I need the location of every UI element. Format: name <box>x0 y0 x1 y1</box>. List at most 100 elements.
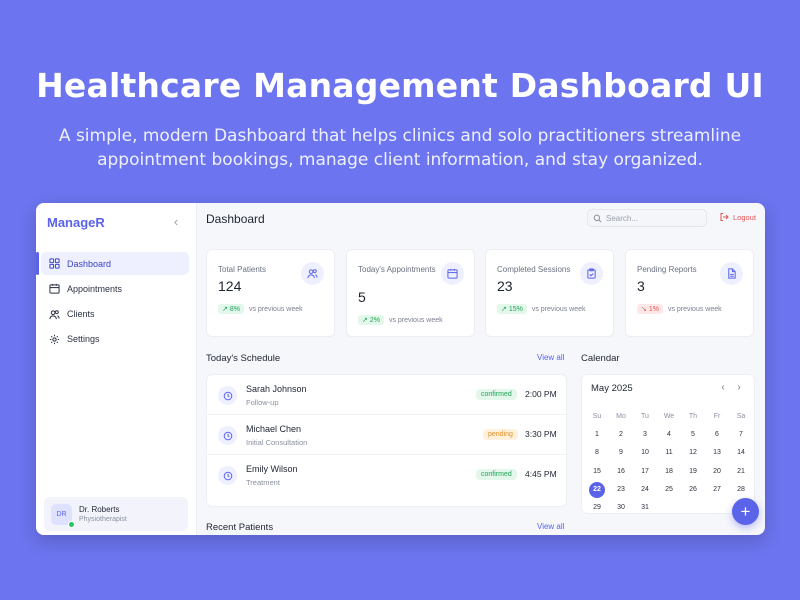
schedule-item[interactable]: Sarah Johnson Follow-up confirmed 2:00 P… <box>207 375 568 415</box>
recent-patients-title: Recent Patients <box>206 522 274 533</box>
calendar-day[interactable]: 15 <box>585 464 609 480</box>
trend-badge: ↗ 15% <box>497 304 527 314</box>
calendar-day[interactable]: 28 <box>729 482 753 498</box>
calendar-day[interactable]: 2 <box>609 427 633 443</box>
main-content: Dashboard Logout Total Patients 124 ↗ 8%… <box>197 203 765 535</box>
chevron-left-icon[interactable]: ‹ <box>718 382 728 393</box>
recent-view-all-link[interactable]: View all <box>537 522 564 531</box>
search-input[interactable] <box>606 213 696 223</box>
calendar-day[interactable]: 7 <box>729 427 753 443</box>
calendar-day[interactable]: 5 <box>681 427 705 443</box>
calendar-day[interactable]: 20 <box>705 464 729 480</box>
appointment-name: Michael Chen <box>246 424 302 434</box>
stat-card-pending-reports[interactable]: Pending Reports 3 ↘ 1% vs previous week <box>625 249 754 337</box>
calendar-weekday: Sa <box>736 413 746 421</box>
sidebar-item-appointments[interactable]: Appointments <box>41 277 189 300</box>
gear-icon <box>49 334 60 344</box>
grid-icon <box>49 258 60 269</box>
profile-info: Dr. Roberts Physiotherapist <box>79 505 127 523</box>
online-status-dot <box>68 520 75 528</box>
calendar-day <box>657 500 681 516</box>
logout-button[interactable]: Logout <box>719 212 756 222</box>
sidebar-item-label: Clients <box>67 309 95 320</box>
status-badge: confirmed <box>476 389 517 400</box>
schedule-item[interactable]: Michael Chen Initial Consultation pendin… <box>207 415 568 455</box>
appointment-name: Emily Wilson <box>246 464 298 474</box>
chevron-right-icon[interactable]: › <box>734 382 744 393</box>
calendar-week-row: 1234567 <box>585 426 753 444</box>
page-title: Dashboard <box>206 212 265 226</box>
calendar-day[interactable]: 9 <box>609 445 633 461</box>
trend-note: vs previous week <box>388 316 443 324</box>
schedule-item[interactable]: Emily Wilson Treatment confirmed 4:45 PM <box>207 455 568 495</box>
calendar-day[interactable]: 4 <box>657 427 681 443</box>
appointment-time: 2:00 PM <box>525 389 557 399</box>
calendar-week-row: 15 16 17 18 19 20 21 <box>585 463 753 481</box>
hero-title: Healthcare Management Dashboard UI <box>36 66 764 105</box>
calendar-day[interactable]: 23 <box>609 482 633 498</box>
calendar-day[interactable]: 17 <box>633 464 657 480</box>
sidebar-item-settings[interactable]: Settings <box>41 328 189 351</box>
calendar-day[interactable]: 26 <box>681 482 705 498</box>
schedule-list: Sarah Johnson Follow-up confirmed 2:00 P… <box>206 374 568 507</box>
calendar-icon <box>49 284 60 294</box>
calendar-day[interactable]: 6 <box>705 427 729 443</box>
calendar-day[interactable]: 18 <box>657 464 681 480</box>
stat-label: Today's Appointments <box>358 265 436 274</box>
stat-trend: ↗ 15% vs previous week <box>497 304 586 314</box>
calendar-grid: Su Mo Tu We Th Fr Sa 1 2 3 4 5 6 7 8 9 10 11 12 13 14 15 16 17 1… <box>585 408 753 517</box>
calendar-day[interactable]: 14 <box>729 445 753 461</box>
calendar-day-today[interactable]: 22 <box>589 481 605 498</box>
calendar-day[interactable]: 29 <box>585 500 609 516</box>
appointment-type: Follow-up <box>246 398 279 407</box>
sidebar-item-label: Appointments <box>67 283 123 294</box>
calendar-day[interactable]: 12 <box>681 445 705 461</box>
profile-name: Dr. Roberts <box>79 505 120 514</box>
search-box[interactable] <box>587 209 707 227</box>
calendar-day[interactable]: 3 <box>633 427 657 443</box>
calendar-day[interactable]: 30 <box>609 500 633 516</box>
calendar-weekday: Fr <box>713 413 721 421</box>
calendar-icon <box>441 262 464 285</box>
clipboard-check-icon <box>580 262 603 285</box>
calendar-day[interactable]: 11 <box>657 445 681 461</box>
calendar-day[interactable]: 1 <box>585 427 609 443</box>
calendar-day[interactable]: 21 <box>729 464 753 480</box>
calendar-day[interactable]: 13 <box>705 445 729 461</box>
stats-row: Total Patients 124 ↗ 8% vs previous week… <box>206 249 755 337</box>
calendar-day <box>705 500 729 516</box>
stat-card-completed-sessions[interactable]: Completed Sessions 23 ↗ 15% vs previous … <box>485 249 614 337</box>
calendar-day[interactable]: 27 <box>705 482 729 498</box>
logout-icon <box>720 213 729 221</box>
calendar-day[interactable]: 8 <box>585 445 609 461</box>
add-button[interactable]: + <box>732 498 759 525</box>
calendar-weekday: Su <box>592 413 602 421</box>
dashboard-window: ManageR ‹ Dashboard Appointments Clients… <box>36 203 765 535</box>
calendar-day[interactable]: 10 <box>633 445 657 461</box>
appointment-type: Treatment <box>246 478 280 487</box>
calendar-day[interactable]: 19 <box>681 464 705 480</box>
stat-value: 23 <box>497 278 513 294</box>
avatar: DR <box>51 503 75 528</box>
trend-badge: ↗ 2% <box>358 315 384 325</box>
stat-trend: ↗ 8% vs previous week <box>218 304 303 314</box>
chevron-left-icon[interactable]: ‹ <box>170 214 182 229</box>
user-profile[interactable]: DR Dr. Roberts Physiotherapist <box>44 497 188 531</box>
stat-label: Pending Reports <box>637 265 697 274</box>
hero-subtitle: A simple, modern Dashboard that helps cl… <box>30 124 770 172</box>
calendar-weekday: We <box>663 413 675 421</box>
calendar-day[interactable]: 24 <box>633 482 657 498</box>
sidebar: ManageR ‹ Dashboard Appointments Clients… <box>36 203 197 535</box>
stat-card-todays-appointments[interactable]: Today's Appointments 5 ↗ 2% vs previous … <box>346 249 475 337</box>
trend-badge: ↗ 8% <box>218 304 244 314</box>
calendar-day[interactable]: 25 <box>657 482 681 498</box>
stat-card-total-patients[interactable]: Total Patients 124 ↗ 8% vs previous week <box>206 249 335 337</box>
clock-icon <box>218 466 237 485</box>
sidebar-item-dashboard[interactable]: Dashboard <box>36 252 189 275</box>
stat-label: Completed Sessions <box>497 265 571 274</box>
calendar-day[interactable]: 31 <box>633 500 657 516</box>
schedule-view-all-link[interactable]: View all <box>537 353 564 362</box>
calendar-day[interactable]: 16 <box>609 464 633 480</box>
sidebar-item-clients[interactable]: Clients <box>41 303 189 326</box>
logout-label: Logout <box>733 212 756 222</box>
